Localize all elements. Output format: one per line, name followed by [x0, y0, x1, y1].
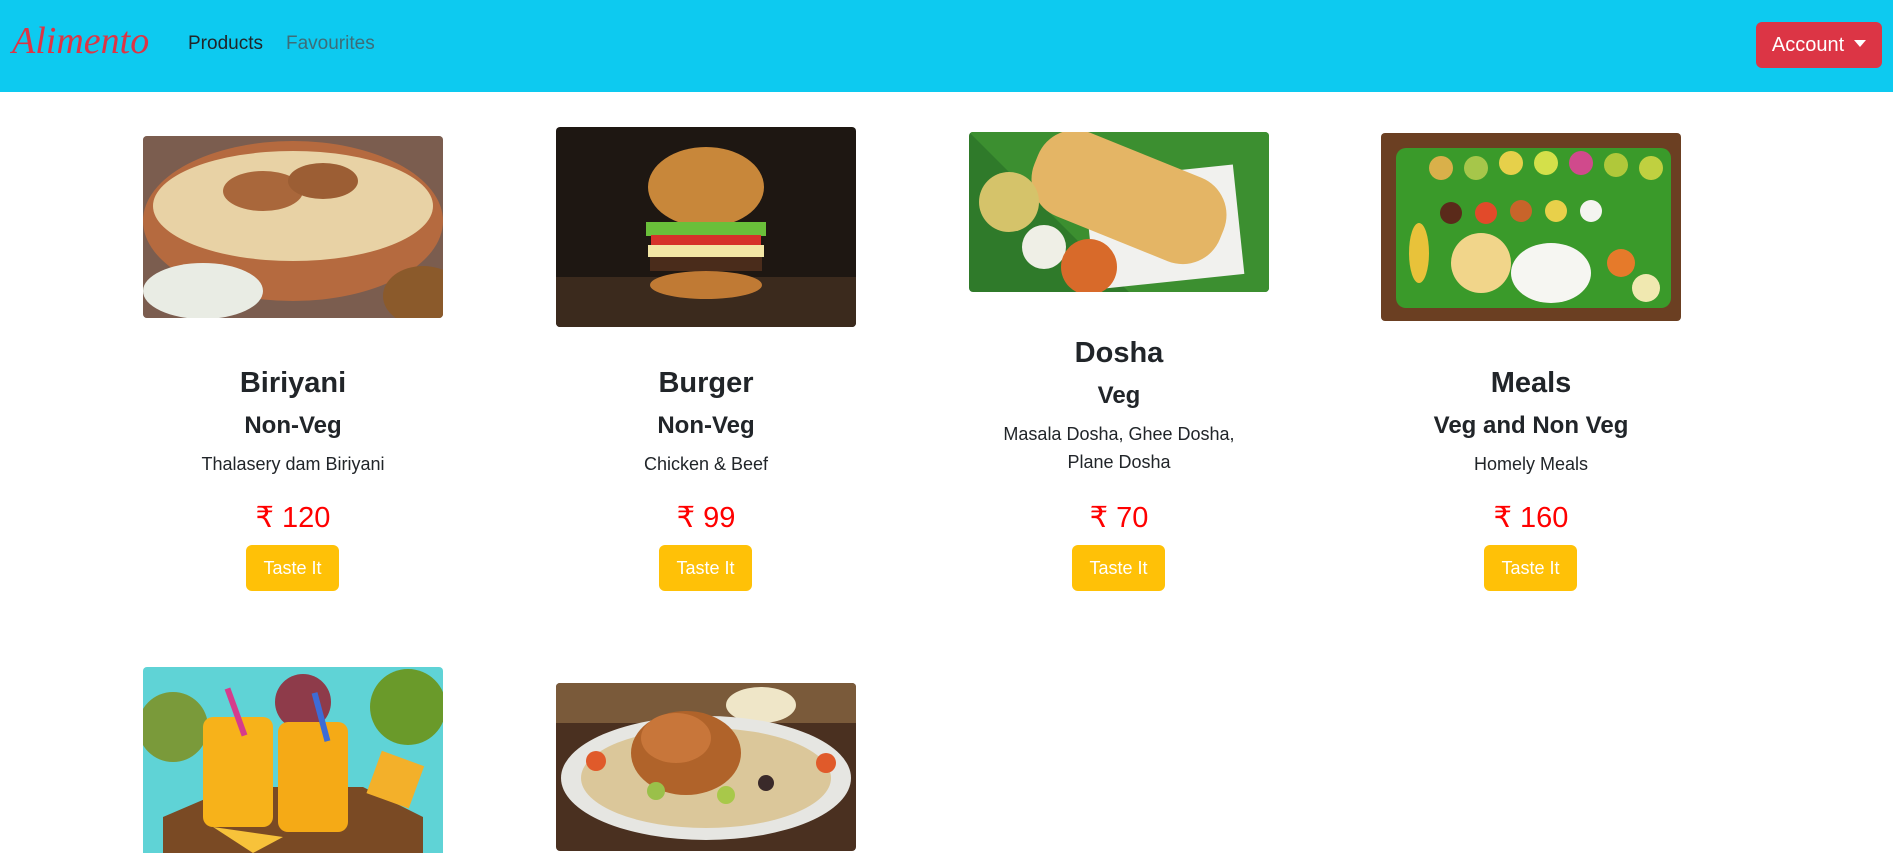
taste-it-button[interactable]: Taste It — [1484, 545, 1577, 591]
product-description: Chicken & Beef — [643, 454, 769, 474]
product-card-chicken-mandi — [556, 683, 856, 853]
account-label: Account — [1771, 33, 1845, 56]
product-category: Non-Veg — [244, 412, 342, 439]
meals-image — [1381, 133, 1681, 321]
product-category: Veg and Non Veg — [1433, 412, 1629, 439]
mango-juice-image — [143, 667, 443, 853]
taste-it-button[interactable]: Taste It — [246, 545, 339, 591]
product-card-burger: Burger Non-Veg Chicken & Beef ₹ 99 Taste… — [556, 92, 856, 612]
taste-it-button[interactable]: Taste It — [659, 545, 752, 591]
product-price: ₹ 70 — [1089, 502, 1149, 534]
chicken-mandi-image — [556, 683, 856, 851]
product-title: Dosha — [1074, 337, 1164, 369]
nav-link-favourites[interactable]: Favourites — [286, 34, 375, 53]
product-title: Biriyani — [239, 367, 347, 399]
dosha-image — [969, 132, 1269, 292]
product-description: Thalasery dam Biriyani — [201, 454, 385, 474]
product-description: Homely Meals — [1473, 454, 1589, 474]
product-category: Veg — [1097, 382, 1141, 409]
nav-link-products[interactable]: Products — [188, 34, 263, 53]
caret-down-icon — [1854, 39, 1867, 47]
account-dropdown-button[interactable]: Account — [1756, 22, 1882, 68]
burger-image — [556, 127, 856, 327]
product-card-mango-juice — [143, 667, 443, 853]
product-category: Non-Veg — [657, 412, 755, 439]
product-price: ₹ 160 — [1493, 502, 1569, 534]
product-card-meals: Meals Veg and Non Veg Homely Meals ₹ 160… — [1381, 92, 1681, 612]
product-card-biriyani: Biriyani Non-Veg Thalasery dam Biriyani … — [143, 92, 443, 612]
product-price: ₹ 120 — [255, 502, 331, 534]
top-navbar: Alimento Products Favourites Account — [0, 0, 1893, 92]
product-card-dosha: Dosha Veg Masala Dosha, Ghee Dosha, Plan… — [969, 92, 1269, 612]
brand-logo[interactable]: Alimento — [12, 22, 149, 60]
taste-it-button[interactable]: Taste It — [1072, 545, 1165, 591]
product-title: Meals — [1490, 367, 1572, 399]
product-description: Masala Dosha, Ghee Dosha, Plane Dosha — [1003, 424, 1235, 472]
biriyani-image — [143, 136, 443, 318]
product-title: Burger — [658, 367, 754, 399]
product-price: ₹ 99 — [676, 502, 736, 534]
